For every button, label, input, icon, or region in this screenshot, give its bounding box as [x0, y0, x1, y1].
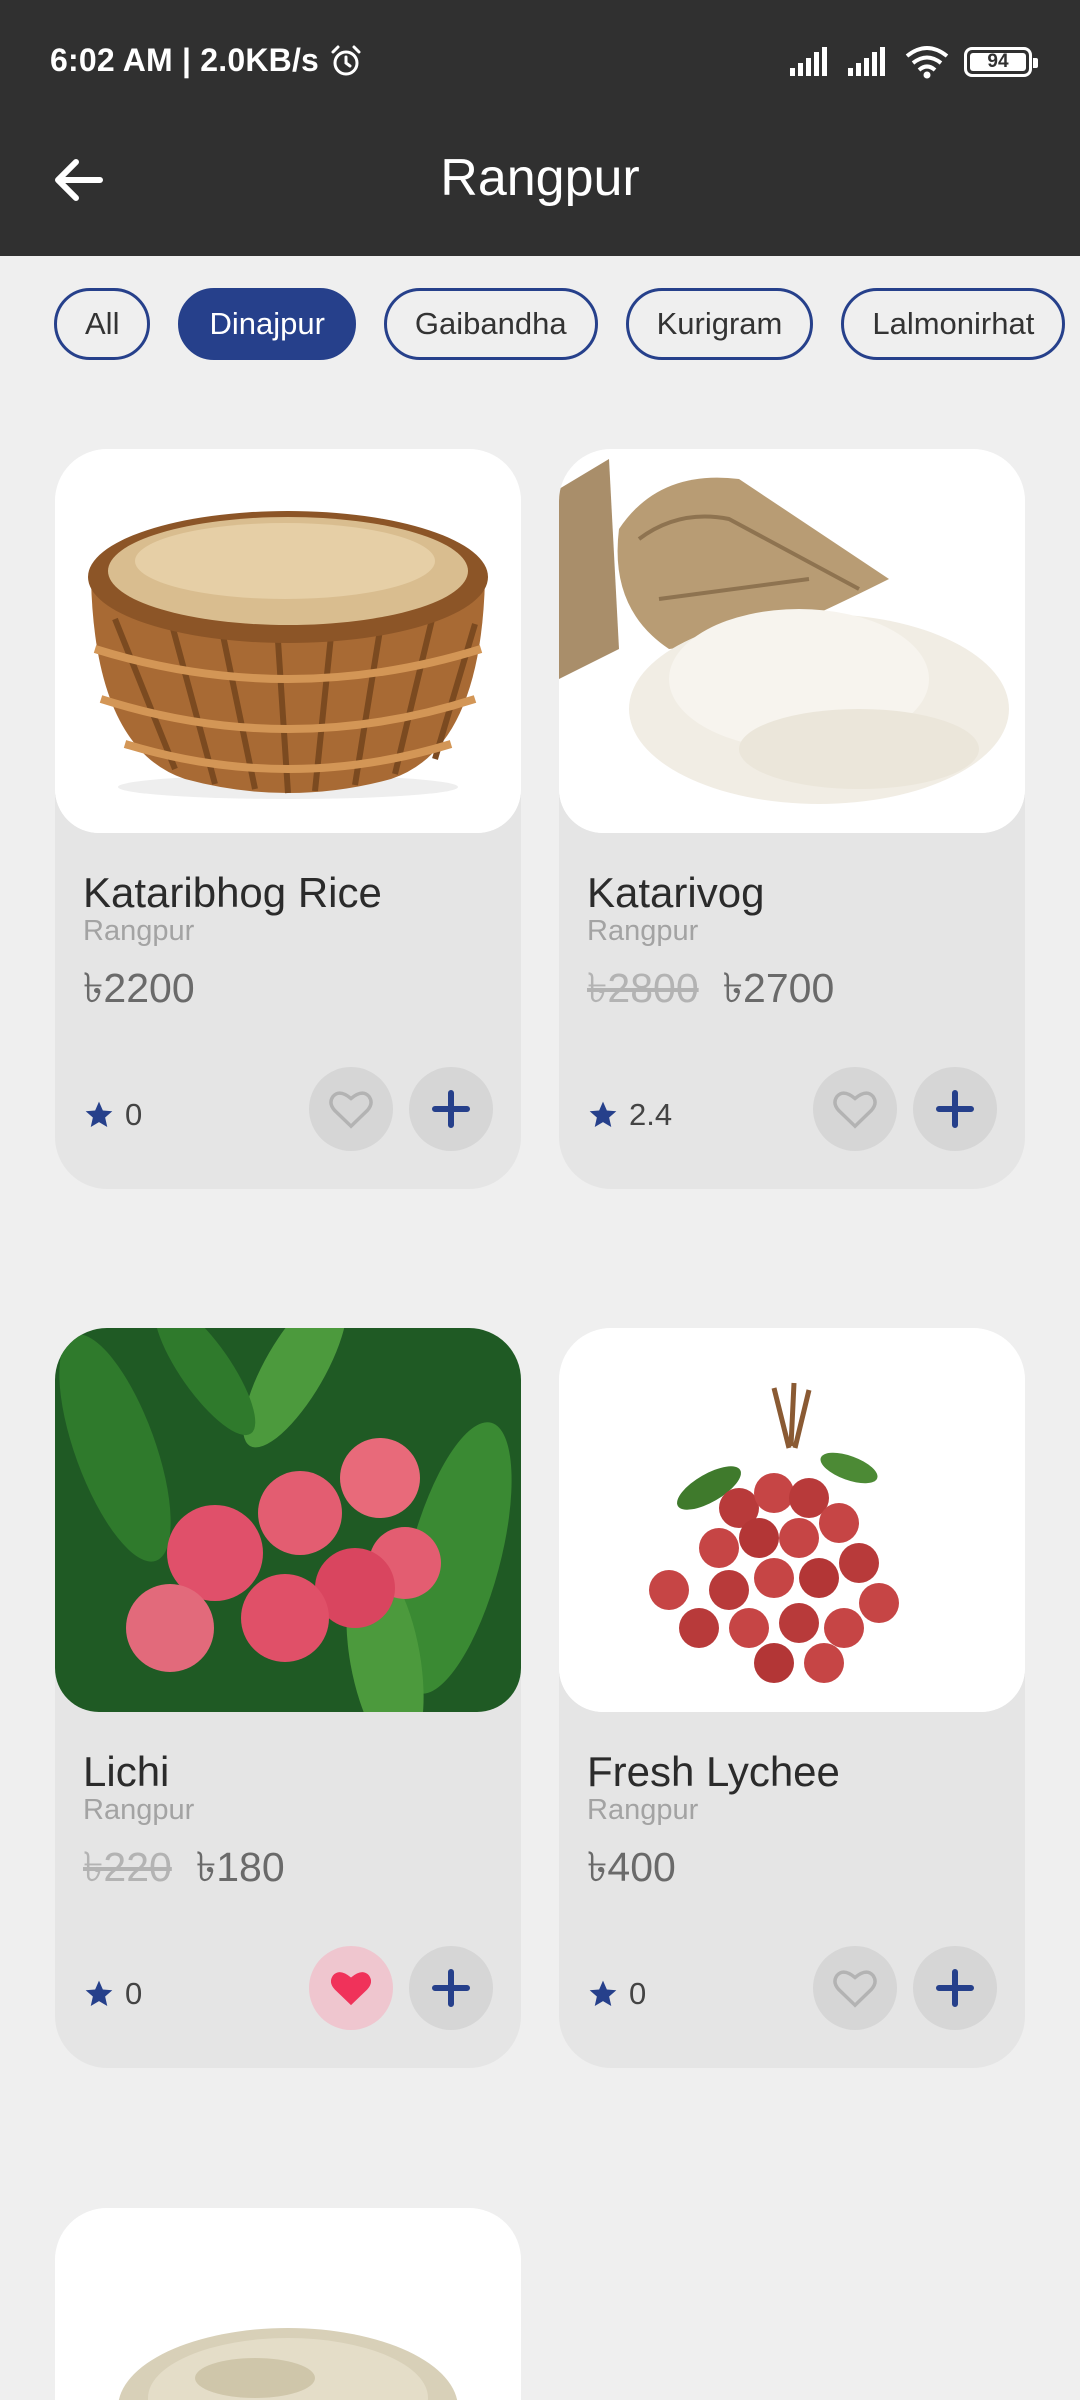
product-card[interactable]: Kataribhog Rice Rangpur ৳2200 0: [55, 449, 521, 1189]
product-name: Kataribhog Rice: [83, 869, 382, 916]
battery-level: 94: [987, 51, 1009, 72]
plus-icon: [432, 1090, 470, 1128]
product-card[interactable]: [55, 2208, 521, 2400]
add-to-cart-button[interactable]: [409, 1946, 493, 2030]
app-header: 6:02 AM | 2.0KB/s 94 Rangpur: [0, 0, 1080, 256]
product-image-rice-sack: [559, 449, 1025, 833]
signal-icon: [790, 47, 827, 76]
product-rating: 0: [587, 1976, 646, 2012]
add-to-cart-button[interactable]: [409, 1067, 493, 1151]
product-image-lychee-bunch: [559, 1328, 1025, 1712]
favorite-button[interactable]: [813, 1067, 897, 1151]
signal-icon-2: [848, 47, 885, 76]
product-location: Rangpur: [587, 915, 699, 947]
price-row: ৳2800 ৳2700: [587, 957, 834, 1026]
favorite-button[interactable]: [813, 1946, 897, 2030]
price-row: ৳2200: [83, 957, 195, 1026]
filter-chip-lalmonirhat[interactable]: Lalmonirhat: [841, 288, 1066, 360]
product-location: Rangpur: [83, 1794, 195, 1826]
price-row: ৳220 ৳180: [83, 1836, 285, 1905]
status-icons: 94: [788, 44, 1038, 80]
filter-chip-kurigram[interactable]: Kurigram: [625, 288, 814, 360]
star-icon: [589, 1980, 617, 2006]
product-price: ৳2700: [722, 965, 835, 1011]
product-image-rice-grains: [55, 2208, 521, 2400]
filter-chip-gaibandha[interactable]: Gaibandha: [383, 288, 598, 360]
add-to-cart-button[interactable]: [913, 1067, 997, 1151]
status-time: 6:02 AM | 2.0KB/s: [50, 42, 363, 79]
plus-icon: [936, 1969, 974, 2007]
product-location: Rangpur: [587, 1794, 699, 1826]
district-filter-bar: All Dinajpur Gaibandha Kurigram Lalmonir…: [54, 288, 1080, 362]
rating-value: 0: [125, 1976, 143, 2011]
product-card[interactable]: Katarivog Rangpur ৳2800 ৳2700 2.4: [559, 449, 1025, 1189]
product-price: ৳180: [195, 1844, 285, 1890]
product-name: Fresh Lychee: [587, 1748, 840, 1795]
product-price: ৳2200: [83, 965, 195, 1011]
product-price: ৳400: [587, 1844, 676, 1890]
plus-icon: [432, 1969, 470, 2007]
price-row: ৳400: [587, 1836, 676, 1905]
star-icon: [85, 1980, 113, 2006]
heart-outline-icon: [833, 1970, 877, 2008]
favorite-button[interactable]: [309, 1067, 393, 1151]
plus-icon: [936, 1090, 974, 1128]
product-rating: 0: [83, 1097, 142, 1133]
alarm-icon: [331, 45, 361, 75]
rating-value: 2.4: [629, 1097, 673, 1132]
page-title: Rangpur: [440, 149, 640, 207]
status-time-text: 6:02 AM | 2.0KB/s: [50, 42, 320, 78]
product-rating: 2.4: [587, 1097, 672, 1133]
product-image-lychee-tree: [55, 1328, 521, 1712]
heart-outline-icon: [833, 1091, 877, 1129]
filter-chip-all[interactable]: All: [54, 288, 151, 360]
product-old-price: ৳220: [83, 1844, 172, 1890]
heart-outline-icon: [329, 1091, 373, 1129]
product-location: Rangpur: [83, 915, 195, 947]
wifi-icon: [905, 46, 949, 79]
product-name: Katarivog: [587, 869, 765, 916]
add-to-cart-button[interactable]: [913, 1946, 997, 2030]
favorite-button[interactable]: [309, 1946, 393, 2030]
product-rating: 0: [83, 1976, 142, 2012]
star-icon: [85, 1101, 113, 1127]
product-card[interactable]: Lichi Rangpur ৳220 ৳180 0: [55, 1328, 521, 2068]
battery-icon: 94: [964, 47, 1038, 77]
product-card[interactable]: Fresh Lychee Rangpur ৳400 0: [559, 1328, 1025, 2068]
product-image-rice-basket: [55, 449, 521, 833]
rating-value: 0: [629, 1976, 647, 2011]
filter-chip-dinajpur[interactable]: Dinajpur: [178, 288, 356, 360]
product-old-price: ৳2800: [587, 965, 699, 1011]
rating-value: 0: [125, 1097, 143, 1132]
product-name: Lichi: [83, 1748, 170, 1795]
star-icon: [589, 1101, 617, 1127]
heart-filled-icon: [330, 1972, 372, 2006]
